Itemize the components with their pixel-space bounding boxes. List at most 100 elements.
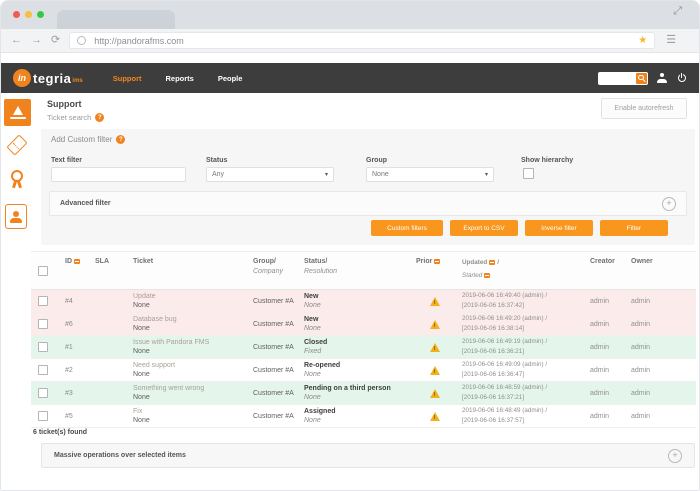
ticket-icon[interactable] bbox=[6, 134, 28, 156]
sort-icon[interactable] bbox=[74, 259, 80, 264]
custom-filters-button[interactable]: Custom filters bbox=[371, 220, 443, 236]
ticket-link[interactable]: Something went wrong bbox=[133, 385, 245, 392]
tickets-table: ID SLA Ticket Group/Company Status/Resol… bbox=[31, 251, 696, 428]
ticket-status: New bbox=[304, 293, 319, 300]
col-sla[interactable]: SLA bbox=[95, 258, 125, 265]
address-bar[interactable]: http://pandorafms.com ★ bbox=[69, 32, 656, 49]
advanced-filter-bar[interactable]: Advanced filter + bbox=[49, 191, 687, 216]
minimize-button[interactable] bbox=[25, 11, 32, 18]
priority-warning-icon bbox=[429, 365, 440, 375]
ticket-creator: admin bbox=[590, 297, 610, 305]
col-resolution[interactable]: Resolution bbox=[304, 268, 408, 275]
integria-logo[interactable]: in tegria ims bbox=[13, 69, 83, 87]
select-all-checkbox[interactable] bbox=[38, 265, 48, 276]
logo-badge: in bbox=[13, 69, 31, 87]
row-checkbox[interactable] bbox=[38, 319, 48, 329]
row-checkbox[interactable] bbox=[38, 411, 48, 421]
logo-suffix: ims bbox=[72, 78, 83, 84]
url-text[interactable]: http://pandorafms.com bbox=[94, 36, 638, 46]
filter-button[interactable]: Filter bbox=[600, 220, 668, 236]
browser-menu-icon[interactable]: ☰ bbox=[666, 35, 676, 46]
massive-operations-bar[interactable]: Massive operations over selected items + bbox=[41, 443, 695, 468]
ticket-id: #4 bbox=[65, 297, 73, 305]
menu-item-people[interactable]: People bbox=[218, 74, 243, 83]
row-checkbox[interactable] bbox=[38, 342, 48, 352]
text-filter-input[interactable] bbox=[51, 167, 186, 182]
row-checkbox[interactable] bbox=[38, 388, 48, 398]
col-id[interactable]: ID bbox=[65, 258, 72, 265]
group-label: Group bbox=[366, 157, 387, 164]
ticket-resolution: Fixed bbox=[304, 348, 322, 355]
menu-item-support[interactable]: Support bbox=[113, 74, 142, 83]
enable-autorefresh-button[interactable]: Enable autorefresh bbox=[601, 98, 687, 119]
ticket-status: New bbox=[304, 316, 319, 323]
ticket-updated: 2019-06-06 16:48:49 (admin) / bbox=[462, 407, 548, 415]
sidebar bbox=[1, 93, 33, 490]
logout-power-icon[interactable] bbox=[676, 72, 687, 84]
col-owner[interactable]: Owner bbox=[631, 258, 692, 265]
help-icon[interactable]: ? bbox=[95, 113, 105, 122]
ticket-started: [2019-06-06 16:38:14] bbox=[462, 325, 524, 332]
expand-icon[interactable]: ⤢ bbox=[673, 5, 682, 18]
plus-icon[interactable]: + bbox=[662, 196, 676, 211]
refresh-icon[interactable]: ⟳ bbox=[51, 35, 60, 46]
ticket-owner: admin bbox=[631, 343, 651, 351]
ticket-link[interactable]: Fix bbox=[133, 408, 245, 415]
user-icon[interactable] bbox=[657, 73, 667, 83]
row-checkbox[interactable] bbox=[38, 296, 48, 306]
col-status[interactable]: Status/ bbox=[304, 258, 408, 265]
ticket-sla bbox=[91, 382, 129, 404]
ticket-company: Customer #A bbox=[253, 297, 294, 305]
col-started[interactable]: Started bbox=[462, 271, 482, 281]
help-icon[interactable]: ? bbox=[116, 135, 126, 144]
col-creator[interactable]: Creator bbox=[590, 258, 622, 265]
status-select[interactable]: Any ▾ bbox=[206, 167, 334, 182]
menu-item-reports[interactable]: Reports bbox=[166, 74, 194, 83]
ticket-link[interactable]: Update bbox=[133, 293, 245, 300]
export-csv-button[interactable]: Export to CSV bbox=[450, 220, 518, 236]
sidebar-item-incidents[interactable] bbox=[4, 99, 31, 126]
ticket-updated: 2019-06-06 16:49:19 (admin) / bbox=[462, 338, 548, 346]
group-select[interactable]: None ▾ bbox=[366, 167, 494, 182]
medal-icon[interactable] bbox=[10, 170, 24, 189]
sort-icon[interactable] bbox=[434, 259, 441, 264]
ticket-sla bbox=[91, 313, 129, 335]
table-row: #4 Update None Customer #A New None 2019-06-06… bbox=[31, 290, 696, 313]
status-label: Status bbox=[206, 157, 228, 164]
ticket-started: [2019-06-06 16:37:42] bbox=[462, 302, 524, 309]
col-prior[interactable]: Prior bbox=[416, 258, 432, 265]
page-subtitle-text: Ticket search bbox=[47, 113, 92, 122]
show-hierarchy-checkbox[interactable] bbox=[523, 168, 534, 179]
plus-icon[interactable]: + bbox=[668, 448, 682, 463]
bookmark-star-icon[interactable]: ★ bbox=[638, 35, 647, 46]
tickets-found-summary: 6 ticket(s) found bbox=[33, 429, 88, 436]
ticket-link[interactable]: Database bug bbox=[133, 316, 245, 323]
col-group[interactable]: Group/ bbox=[253, 258, 296, 265]
sort-icon[interactable] bbox=[484, 273, 491, 279]
row-checkbox[interactable] bbox=[38, 365, 48, 375]
inverse-filter-button[interactable]: Inverse filter bbox=[525, 220, 593, 236]
ticket-link[interactable]: Issue with Pandora FMS bbox=[133, 339, 245, 346]
logo-text: tegria bbox=[33, 70, 72, 86]
ticket-sla-value: None bbox=[133, 348, 150, 355]
col-company[interactable]: Company bbox=[253, 268, 296, 275]
ticket-company: Customer #A bbox=[253, 412, 294, 420]
back-icon[interactable]: ← bbox=[11, 35, 22, 46]
person-icon[interactable] bbox=[5, 204, 27, 229]
ticket-creator: admin bbox=[590, 366, 610, 374]
browser-tab[interactable] bbox=[57, 10, 175, 29]
site-info-icon[interactable] bbox=[77, 36, 87, 45]
col-updated[interactable]: Updated bbox=[462, 258, 487, 268]
maximize-button[interactable] bbox=[37, 11, 44, 18]
app-navbar: in tegria ims Support Reports People bbox=[1, 63, 699, 93]
ticket-updated: 2019-06-06 16:49:09 (admin) / bbox=[462, 361, 548, 369]
forward-icon[interactable]: → bbox=[31, 35, 42, 46]
close-button[interactable] bbox=[13, 11, 20, 18]
ticket-link[interactable]: Need support bbox=[133, 362, 245, 369]
navbar-search-input[interactable] bbox=[598, 71, 640, 85]
ticket-resolution: None bbox=[304, 371, 321, 378]
ticket-started: [2019-06-06 16:36:21] bbox=[462, 348, 524, 355]
col-ticket[interactable]: Ticket bbox=[133, 258, 245, 265]
sort-icon[interactable] bbox=[489, 260, 496, 266]
search-button[interactable] bbox=[636, 72, 647, 84]
